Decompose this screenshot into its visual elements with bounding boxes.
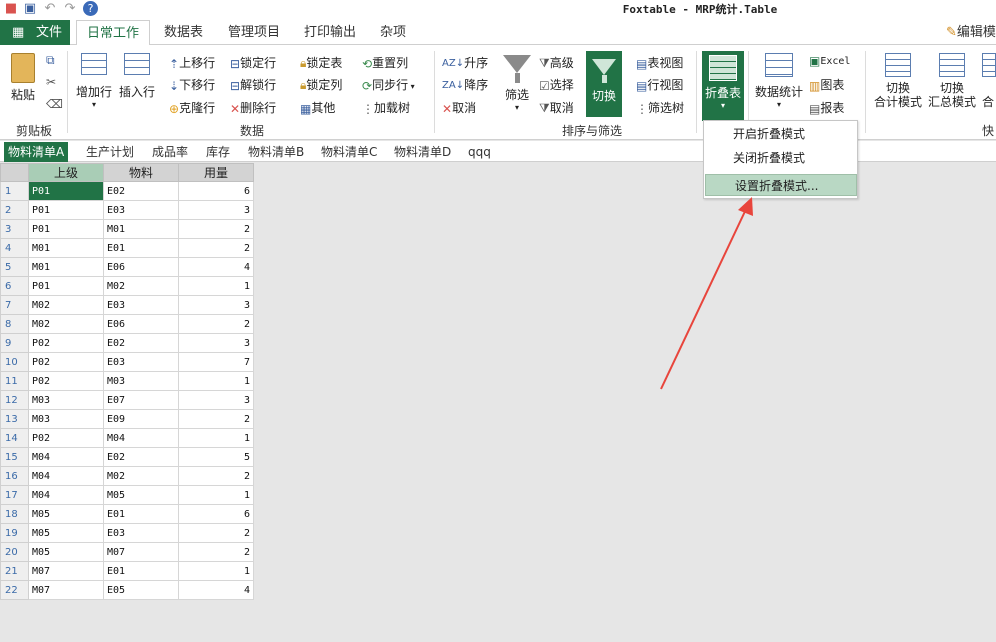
arrow-shaft <box>660 204 749 390</box>
annotation-arrow <box>660 197 753 390</box>
arrow-head <box>738 197 753 216</box>
